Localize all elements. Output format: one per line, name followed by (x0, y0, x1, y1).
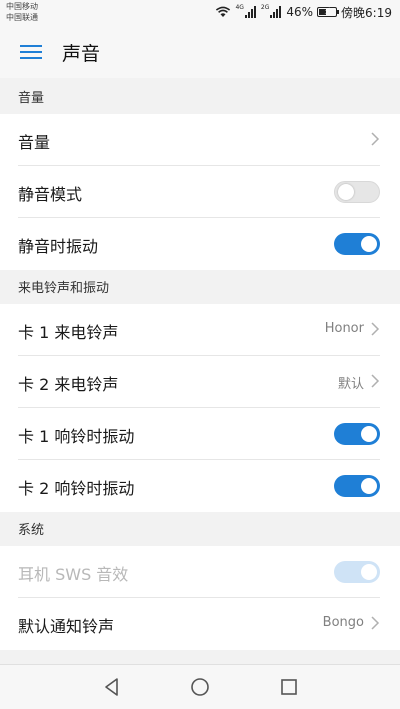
carrier-2-label: 中国联通 (6, 13, 38, 22)
signal-2-type: 2G (260, 3, 270, 11)
signal-2-icon (270, 6, 282, 18)
chevron-right-icon (370, 616, 380, 630)
section-header-system: 系统 (0, 512, 400, 546)
section-ringtone: 卡 1 来电铃声 Honor 卡 2 来电铃声 默认 卡 1 响铃时振动 卡 2… (0, 304, 400, 512)
setting-label: 音量 (18, 133, 51, 152)
setting-volume[interactable]: 音量 (18, 114, 380, 166)
setting-label: 卡 2 响铃时振动 (18, 479, 135, 498)
setting-label: 卡 1 来电铃声 (18, 323, 119, 342)
chevron-right-icon (370, 374, 380, 388)
vibrate-when-silent-toggle[interactable] (334, 233, 380, 255)
home-icon[interactable] (189, 676, 211, 698)
app-header: 声音 (0, 26, 400, 78)
setting-headset-sws: 耳机 SWS 音效 (18, 546, 380, 598)
setting-silent-mode[interactable]: 静音模式 (18, 166, 380, 218)
setting-sim2-ringtone[interactable]: 卡 2 来电铃声 默认 (18, 356, 380, 408)
battery-percent: 46% (286, 5, 314, 19)
setting-sim1-ringtone[interactable]: 卡 1 来电铃声 Honor (18, 304, 380, 356)
setting-value: 默认 (337, 377, 364, 392)
status-bar: 中国移动 中国联通 4G 2G 46% ⚡ 傍晚6:19 (0, 0, 400, 26)
signal-1-icon (244, 6, 257, 18)
battery-icon: ⚡ (317, 7, 340, 17)
page-title: 声音 (62, 43, 101, 65)
silent-mode-toggle[interactable] (334, 181, 380, 203)
menu-icon[interactable] (20, 43, 42, 61)
status-indicators: 4G 2G 46% ⚡ 傍晚6:19 (215, 4, 392, 20)
back-icon[interactable] (101, 676, 123, 698)
setting-label: 耳机 SWS 音效 (18, 565, 129, 584)
setting-vibrate-when-silent[interactable]: 静音时振动 (18, 218, 380, 270)
section-system: 耳机 SWS 音效 默认通知铃声 Bongo (0, 546, 400, 650)
setting-value: Bongo (322, 615, 364, 630)
setting-value: Honor (324, 321, 364, 336)
chevron-right-icon (370, 322, 380, 336)
setting-sim2-vibrate-on-ring[interactable]: 卡 2 响铃时振动 (18, 460, 380, 512)
section-volume: 音量 静音模式 静音时振动 (0, 114, 400, 270)
settings-content: 音量 音量 静音模式 静音时振动 来电铃声和振动 卡 1 来电铃声 Honor … (0, 80, 400, 650)
setting-label: 静音时振动 (18, 237, 99, 256)
carrier-1-label: 中国移动 (6, 2, 38, 11)
headset-sws-toggle (334, 561, 380, 583)
recent-apps-icon[interactable] (278, 676, 300, 698)
setting-sim1-vibrate-on-ring[interactable]: 卡 1 响铃时振动 (18, 408, 380, 460)
navigation-bar (0, 664, 400, 709)
sim2-vibrate-toggle[interactable] (334, 475, 380, 497)
setting-default-notification-sound[interactable]: 默认通知铃声 Bongo (18, 598, 380, 650)
chevron-right-icon (370, 132, 380, 146)
status-time: 傍晚6:19 (341, 5, 392, 20)
section-header-ringtone: 来电铃声和振动 (0, 270, 400, 304)
setting-label: 默认通知铃声 (18, 617, 115, 636)
setting-label: 卡 2 来电铃声 (18, 375, 119, 394)
setting-label: 卡 1 响铃时振动 (18, 427, 135, 446)
section-header-volume: 音量 (0, 80, 400, 114)
wifi-icon (215, 6, 231, 18)
signal-1-type: 4G (235, 3, 244, 11)
charging-icon: ⚡ (324, 7, 331, 17)
sim1-vibrate-toggle[interactable] (334, 423, 380, 445)
setting-label: 静音模式 (18, 185, 83, 204)
